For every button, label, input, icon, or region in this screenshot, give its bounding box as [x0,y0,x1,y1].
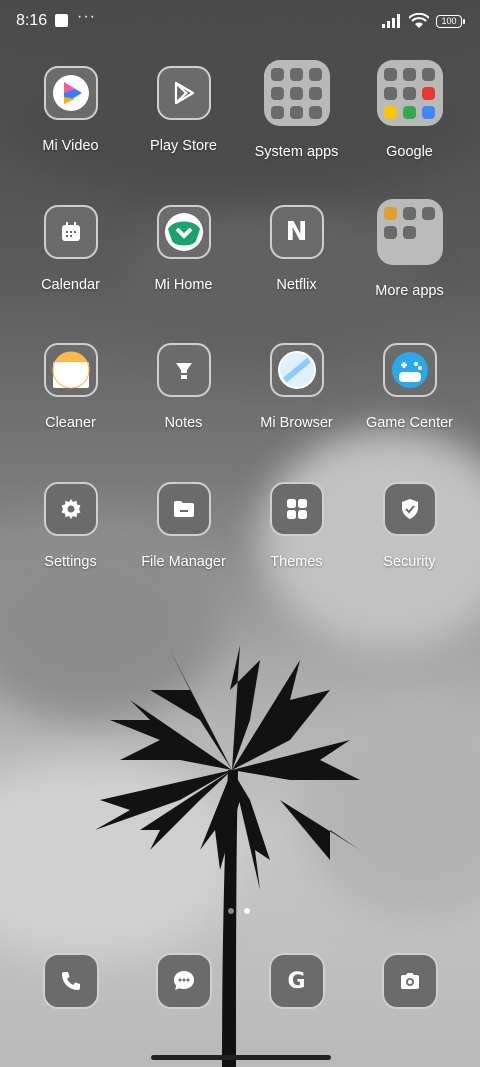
app-netflix[interactable]: N Netflix [240,205,353,293]
app-mi-video[interactable]: Mi Video [14,66,127,154]
app-label: Mi Video [42,138,99,154]
app-label: File Manager [141,554,226,570]
folder-more-apps[interactable]: More apps [353,199,466,299]
google-icon-tile: G [268,953,325,1009]
app-label: System apps [254,144,339,160]
mi-home-icon-tile [156,205,211,259]
app-mi-home[interactable]: Mi Home [127,205,240,293]
folder-google[interactable]: Google [353,60,466,160]
google-folder-icon [376,60,443,126]
camera-icon-tile [381,953,438,1009]
play-store-icon [174,81,194,105]
google-icon: G [287,968,306,994]
app-label: Mi Home [154,277,213,293]
messages-icon [173,971,194,990]
app-label: Themes [270,554,323,570]
dock-google[interactable]: G [240,953,353,1009]
app-label: Security [383,554,436,570]
app-cleaner[interactable]: Cleaner [14,343,127,431]
page-indicator[interactable] [228,908,250,914]
app-file-manager[interactable]: File Manager [127,482,240,570]
cleaner-icon [52,351,89,389]
battery-level: 100 [441,16,457,26]
app-themes[interactable]: Themes [240,482,353,570]
shield-icon [401,499,418,519]
app-game-center[interactable]: Game Center [353,343,466,431]
settings-icon-tile [43,482,98,536]
dock-phone[interactable] [14,953,127,1009]
file-manager-icon-tile [156,482,211,536]
app-calendar[interactable]: Calendar [14,205,127,293]
app-notes[interactable]: Notes [127,343,240,431]
wifi-icon [409,13,429,28]
mi-home-icon [164,213,203,251]
calendar-icon [61,222,80,241]
page-dot [228,908,234,914]
clock: 8:16 [16,12,48,29]
app-label: Play Store [150,138,217,154]
folder-system-apps[interactable]: System apps [240,60,353,160]
game-center-icon [391,352,428,388]
status-bar: 8:16 ··· 100 [0,0,480,44]
notification-icon [55,14,68,27]
home-indicator[interactable] [151,1055,331,1060]
app-label: Game Center [365,415,454,431]
app-label: Google [386,144,433,160]
app-label: Cleaner [45,415,96,431]
mi-browser-icon-tile [269,343,324,397]
app-security[interactable]: Security [353,482,466,570]
system-apps-folder-icon [263,60,330,126]
themes-icon [286,499,307,519]
app-mi-browser[interactable]: Mi Browser [240,343,353,431]
phone-icon-tile [42,953,99,1009]
app-label: Mi Browser [260,415,333,431]
app-label: More apps [375,283,444,299]
app-label: Settings [44,554,97,570]
gear-icon [61,499,80,519]
dock-messages[interactable] [127,953,240,1009]
app-label: Calendar [41,277,100,293]
cleaner-icon-tile [43,343,98,397]
app-settings[interactable]: Settings [14,482,127,570]
camera-icon [400,973,419,989]
notes-icon [175,363,192,379]
netflix-icon: N [285,217,308,247]
app-label: Notes [164,415,203,431]
calendar-icon-tile [43,205,98,259]
themes-icon-tile [269,482,324,536]
app-label: Netflix [276,277,317,293]
battery-icon: 100 [436,14,465,28]
more-notifications-icon: ··· [77,8,96,25]
dock-camera[interactable] [353,953,466,1009]
mi-video-icon [52,75,89,111]
mi-browser-icon [277,351,316,389]
game-center-icon-tile [382,343,437,397]
page-dot-active [244,908,250,914]
signal-icon [382,14,400,28]
folder-icon [173,501,194,517]
notes-icon-tile [156,343,211,397]
security-icon-tile [382,482,437,536]
netflix-icon-tile: N [269,205,324,259]
phone-icon [61,972,80,990]
messages-icon-tile [155,953,212,1009]
app-play-store[interactable]: Play Store [127,66,240,154]
mi-video-icon-tile [43,66,98,120]
play-store-icon-tile [156,66,211,120]
more-apps-folder-icon [376,199,443,265]
